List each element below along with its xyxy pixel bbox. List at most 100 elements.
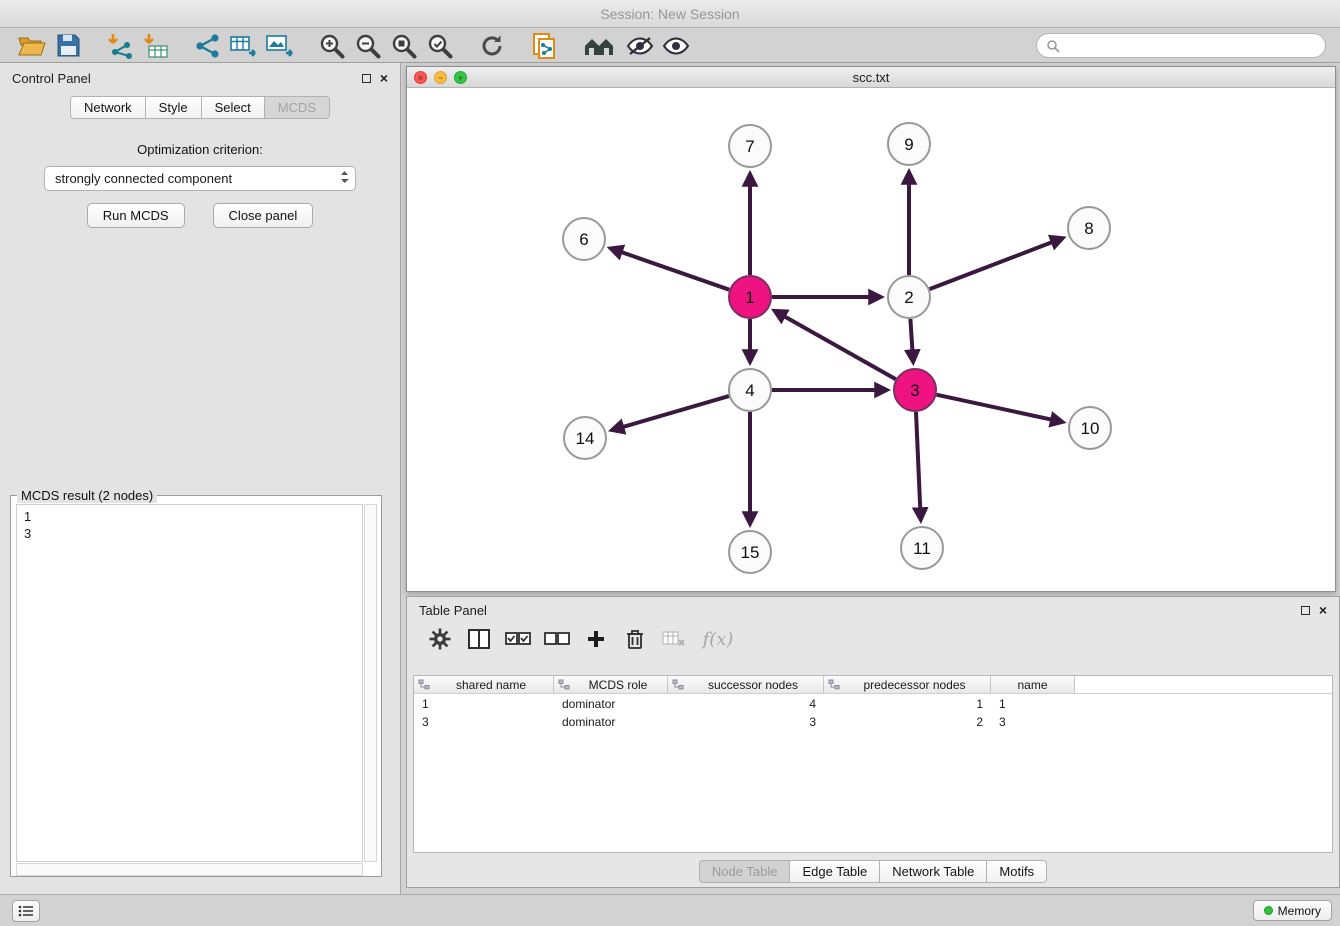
cell-successor-nodes[interactable]: 4 (668, 697, 824, 711)
run-mcds-button[interactable]: Run MCDS (87, 203, 185, 228)
table-row[interactable]: 1 dominator 4 1 1 (414, 696, 1332, 712)
column-header-predecessor-nodes[interactable]: predecessor nodes (824, 676, 991, 693)
new-network-button[interactable] (190, 31, 226, 61)
copy-style-button[interactable] (526, 31, 562, 61)
import-network-button[interactable] (102, 31, 138, 61)
delete-table-button-disabled (659, 625, 689, 653)
column-header-name[interactable]: name (991, 676, 1075, 693)
graph-node-11[interactable]: 11 (901, 527, 943, 569)
criterion-select[interactable]: strongly connected component (44, 166, 356, 191)
graph-edge-2-3[interactable] (910, 319, 913, 361)
graph-node-10[interactable]: 10 (1069, 407, 1111, 449)
search-icon (1046, 39, 1060, 53)
cell-shared-name[interactable]: 1 (414, 697, 554, 711)
column-header-shared-name[interactable]: shared name (414, 676, 554, 693)
add-column-button[interactable] (581, 625, 611, 653)
network-window-titlebar: × − + scc.txt (407, 67, 1335, 88)
tab-mcds[interactable]: MCDS (265, 96, 330, 119)
apply-layout-button[interactable] (474, 31, 510, 61)
search-input[interactable] (1065, 38, 1316, 53)
control-panel-title: Control Panel (12, 71, 91, 86)
minimize-window-traffic-light[interactable]: − (434, 71, 447, 84)
select-all-rows-button[interactable] (503, 625, 533, 653)
search-field[interactable] (1036, 33, 1326, 58)
tab-network-table[interactable]: Network Table (880, 860, 987, 883)
graph-node-8[interactable]: 8 (1068, 207, 1110, 249)
graph-node-14[interactable]: 14 (564, 417, 606, 459)
result-scrollbar-vertical[interactable] (364, 504, 377, 862)
tab-style[interactable]: Style (146, 96, 202, 119)
save-session-button[interactable] (50, 31, 86, 61)
graph-edge-3-10[interactable] (937, 395, 1062, 422)
export-table-button[interactable] (226, 31, 262, 61)
task-history-button[interactable] (12, 900, 40, 922)
cell-successor-nodes[interactable]: 3 (668, 715, 824, 729)
table-row[interactable]: 3 dominator 3 2 3 (414, 714, 1332, 730)
node-table-header: shared name MCDS role successor nodes pr… (414, 676, 1332, 694)
zoom-in-button[interactable] (314, 31, 350, 61)
refresh-icon (479, 33, 505, 59)
zoom-selected-button[interactable] (422, 31, 458, 61)
cell-mcds-role[interactable]: dominator (554, 715, 668, 729)
float-panel-icon[interactable] (362, 74, 371, 83)
mcds-result-list[interactable]: 1 3 (16, 504, 363, 862)
graph-node-1[interactable]: 1 (729, 276, 771, 318)
export-image-button[interactable] (262, 31, 298, 61)
deselect-all-rows-button[interactable] (542, 625, 572, 653)
graph-node-label: 14 (576, 429, 595, 448)
task-list-icon (18, 905, 34, 917)
graph-edge-3-1[interactable] (775, 311, 896, 379)
tab-edge-table[interactable]: Edge Table (790, 860, 880, 883)
cell-name[interactable]: 1 (991, 697, 1075, 711)
tab-select[interactable]: Select (202, 96, 265, 119)
select-stepper-icon (340, 170, 349, 187)
tab-network[interactable]: Network (70, 96, 146, 119)
import-table-button[interactable] (138, 31, 174, 61)
float-table-panel-icon[interactable] (1301, 606, 1310, 615)
graph-edge-4-14[interactable] (613, 396, 729, 430)
cell-name[interactable]: 3 (991, 715, 1075, 729)
graph-node-4[interactable]: 4 (729, 369, 771, 411)
network-canvas[interactable]: 7 9 6 8 1 2 4 3 14 10 15 11 (407, 88, 1335, 591)
cell-shared-name[interactable]: 3 (414, 715, 554, 729)
graph-edge-2-8[interactable] (930, 238, 1062, 289)
close-window-traffic-light[interactable]: × (414, 71, 427, 84)
graph-node-label: 1 (745, 288, 754, 307)
eye-icon (661, 34, 691, 58)
graph-node-2[interactable]: 2 (888, 276, 930, 318)
close-table-panel-icon[interactable]: × (1319, 605, 1327, 615)
zoom-fit-button[interactable] (386, 31, 422, 61)
cell-predecessor-nodes[interactable]: 1 (824, 697, 991, 711)
zoom-out-button[interactable] (350, 31, 386, 61)
tab-motifs[interactable]: Motifs (987, 860, 1047, 883)
show-graphics-button[interactable] (658, 31, 694, 61)
table-settings-button[interactable] (425, 625, 455, 653)
maximize-window-traffic-light[interactable]: + (454, 71, 467, 84)
show-columns-button[interactable] (464, 625, 494, 653)
graph-node-label: 6 (579, 230, 588, 249)
column-header-successor-nodes[interactable]: successor nodes (668, 676, 824, 693)
graph-node-9[interactable]: 9 (888, 123, 930, 165)
tab-node-table[interactable]: Node Table (699, 860, 791, 883)
graph-node-label: 8 (1084, 219, 1093, 238)
open-session-button[interactable] (14, 31, 50, 61)
memory-button[interactable]: Memory (1253, 900, 1332, 921)
node-table: shared name MCDS role successor nodes pr… (413, 675, 1333, 853)
delete-column-button[interactable] (620, 625, 650, 653)
column-header-mcds-role[interactable]: MCDS role (554, 676, 668, 693)
cell-mcds-role[interactable]: dominator (554, 697, 668, 711)
cell-predecessor-nodes[interactable]: 2 (824, 715, 991, 729)
result-scrollbar-horizontal[interactable] (16, 863, 363, 876)
graph-node-3[interactable]: 3 (894, 369, 936, 411)
close-panel-button[interactable]: Close panel (213, 203, 314, 228)
graph-edge-3-11[interactable] (916, 412, 921, 519)
graph-node-7[interactable]: 7 (729, 125, 771, 167)
graph-node-6[interactable]: 6 (563, 218, 605, 260)
apply-style-button[interactable] (622, 31, 658, 61)
main-toolbar (0, 29, 1340, 63)
go-home-button[interactable] (578, 31, 622, 61)
control-panel: Control Panel × Network Style Select MCD… (0, 63, 401, 894)
graph-edge-1-6[interactable] (611, 249, 729, 290)
close-panel-icon[interactable]: × (380, 73, 388, 83)
graph-node-15[interactable]: 15 (729, 531, 771, 573)
